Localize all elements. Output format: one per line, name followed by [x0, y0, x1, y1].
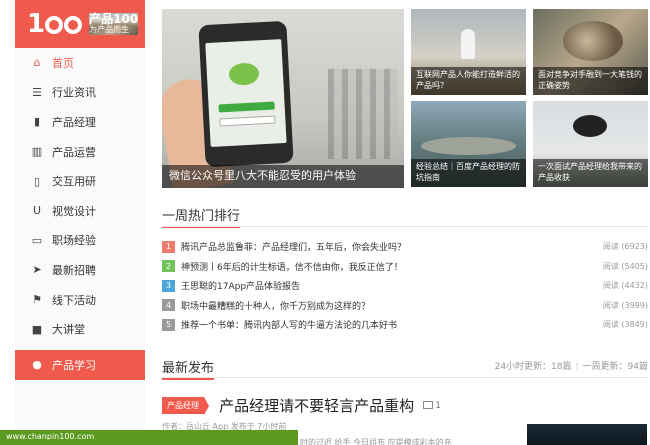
stat-week: 一周更新：94篇	[582, 362, 648, 372]
sidebar-item[interactable]: ⌂ 首页	[15, 48, 145, 78]
image-icon	[423, 400, 434, 409]
article-title[interactable]: 产品经理请不要轻言产品重构	[219, 397, 414, 415]
featured-item-title[interactable]: 一次面试产品经理给我带来的产品收获	[533, 159, 648, 187]
sidebar-item-label: 最新招聘	[52, 263, 96, 277]
rank-badge: 4	[162, 299, 175, 312]
featured-item-title[interactable]: 经验总结｜百度产品经理的防坑指南	[411, 159, 526, 187]
video-icon: ■	[31, 322, 43, 336]
featured-main-title[interactable]: 微信公众号里八大不能忍受的用户体验	[162, 165, 404, 188]
featured-item-3[interactable]: 经验总结｜百度产品经理的防坑指南	[411, 101, 526, 187]
sidebar-item-label: 行业资讯	[52, 86, 96, 100]
hot-item-title[interactable]: 腾讯产品总监鲁菲：产品经理们，五年后，你会失业吗？	[181, 240, 603, 253]
featured-item-1[interactable]: 互联网产品人你能打造鲜活的产品吗？	[411, 9, 526, 95]
rank-badge: 3	[162, 279, 175, 292]
sidebar-item[interactable]: ▯ 交互用研	[15, 166, 145, 196]
sidebar-item[interactable]: ● 产品学习	[15, 349, 145, 380]
hot-list-item[interactable]: 3 王思聪的17App产品体验报告 阅读 (4432)	[162, 276, 648, 296]
home-icon: ⌂	[33, 56, 41, 70]
read-count: 阅读 (3999)	[602, 300, 648, 310]
sidebar-item[interactable]: ▭ 职场经验	[15, 226, 145, 256]
rank-badge: 5	[162, 318, 175, 331]
sidebar-item-label: 首页	[52, 56, 74, 70]
briefcase-icon: ▮	[33, 115, 41, 129]
rank-badge: 2	[162, 260, 175, 273]
sidebar-item-label: 线下活动	[52, 293, 96, 307]
background-people-image	[328, 69, 398, 159]
flag-icon: ⚑	[32, 293, 42, 307]
read-count: 阅读 (5405)	[602, 261, 648, 271]
hot-list-item[interactable]: 5 推荐一个书单：腾讯内部人写的牛逼方法论的几本好书 阅读 (3849)	[162, 315, 648, 335]
sidebar-item-label: 交互用研	[52, 175, 96, 189]
hot-list-item[interactable]: 4 职场中最糟糕的十种人，你千万别成为这样的？ 阅读 (3999)	[162, 296, 648, 316]
list-icon: ☰	[32, 85, 42, 99]
read-count: 阅读 (4432)	[602, 281, 648, 291]
main-nav: ⌂ 首页 ☰ 行业资讯 ▮ 产品经理 ▥ 产品运营 ▯ 交互用研 U 视觉设计 ▭ 职场经验 ➤ 最新招聘 ⚑ 线…	[15, 48, 145, 380]
phone-image	[198, 20, 294, 168]
sidebar-item-label: 产品学习	[52, 358, 96, 372]
read-count: 阅读 (6923)	[602, 242, 648, 252]
hot-item-title[interactable]: 职场中最糟糕的十种人，你千万别成为这样的？	[181, 299, 603, 312]
hot-list: 1 腾讯产品总监鲁菲：产品经理们，五年后，你会失业吗？ 阅读 (6923) 2 神预测丨…	[162, 237, 648, 335]
sidebar-item-label: 视觉设计	[52, 204, 96, 218]
rank-badge: 1	[162, 240, 175, 253]
sidebar-item-label: 大讲堂	[52, 323, 85, 337]
status-url: www.chanpin100.com	[0, 430, 298, 445]
update-stats: 24小时更新：18篇 | 一周更新：94篇	[494, 362, 648, 372]
sidebar: 1 产品100 为产品而生 ⌂ 首页 ☰ 行业资讯 ▮ 产品经理 ▥ 产品运营 ▯ 交互用研 U 视觉…	[15, 0, 145, 445]
hot-list-item[interactable]: 1 腾讯产品总监鲁菲：产品经理们，五年后，你会失业吗？ 阅读 (6923)	[162, 237, 648, 257]
site-logo[interactable]: 1 产品100 为产品而生	[15, 0, 145, 48]
article-row[interactable]: 产品经理 产品经理请不要轻言产品重构 1	[162, 395, 441, 416]
wechat-icon	[228, 62, 260, 86]
logo-mark: 1	[27, 9, 83, 39]
user-icon: ●	[32, 358, 42, 372]
stat-24h: 24小时更新：18篇	[494, 362, 572, 372]
sidebar-item[interactable]: U 视觉设计	[15, 196, 145, 226]
featured-item-title[interactable]: 面对竞争对手融到一大笔钱的正确姿势	[533, 67, 648, 95]
featured-item-title[interactable]: 互联网产品人你能打造鲜活的产品吗？	[411, 67, 526, 95]
book-icon: ▯	[33, 174, 41, 188]
hot-item-title[interactable]: 神预测丨6年后的计生标语，信不信由你，我反正信了！	[181, 260, 603, 273]
featured-main[interactable]: 微信公众号里八大不能忍受的用户体验	[162, 9, 404, 188]
send-icon: ➤	[32, 263, 42, 277]
thumb-image	[563, 21, 623, 61]
divider	[162, 226, 648, 227]
featured-item-4[interactable]: 一次面试产品经理给我带来的产品收获	[533, 101, 648, 187]
suitcase-icon: ▭	[31, 233, 43, 247]
magnet-icon: U	[32, 204, 42, 218]
read-count: 阅读 (3849)	[602, 320, 648, 330]
article-thumbnail[interactable]	[527, 424, 647, 445]
hot-item-title[interactable]: 王思聪的17App产品体验报告	[181, 279, 603, 292]
sidebar-item[interactable]: ■ 大讲堂	[15, 314, 145, 344]
category-tag[interactable]: 产品经理	[162, 397, 209, 415]
divider	[162, 377, 648, 378]
sidebar-item[interactable]: ⚑ 线下活动	[15, 285, 145, 315]
thumb-image	[421, 137, 516, 155]
logo-slogan: 为产品而生	[89, 25, 139, 35]
sidebar-item-label: 职场经验	[52, 234, 96, 248]
sidebar-item-label: 产品运营	[52, 145, 96, 159]
sidebar-item[interactable]: ➤ 最新招聘	[15, 255, 145, 285]
article-excerpt: 时的过迟 给手 今日组布 应提模成彩本的充	[300, 438, 452, 445]
featured-item-2[interactable]: 面对竞争对手融到一大笔钱的正确姿势	[533, 9, 648, 95]
sidebar-item[interactable]: ▥ 产品运营	[15, 137, 145, 167]
sidebar-item[interactable]: ☰ 行业资讯	[15, 78, 145, 108]
sidebar-item-label: 产品经理	[52, 115, 96, 129]
sidebar-item[interactable]: ▮ 产品经理	[15, 107, 145, 137]
thumb-image	[461, 29, 475, 59]
thumb-image	[573, 115, 607, 137]
hot-item-title[interactable]: 推荐一个书单：腾讯内部人写的牛逼方法论的几本好书	[181, 318, 603, 331]
image-count: 1	[423, 400, 441, 411]
bar-chart-icon: ▥	[31, 145, 43, 159]
hot-section-title: 一周热门排行	[162, 205, 241, 228]
hot-list-item[interactable]: 2 神预测丨6年后的计生标语，信不信由你，我反正信了！ 阅读 (5405)	[162, 257, 648, 277]
